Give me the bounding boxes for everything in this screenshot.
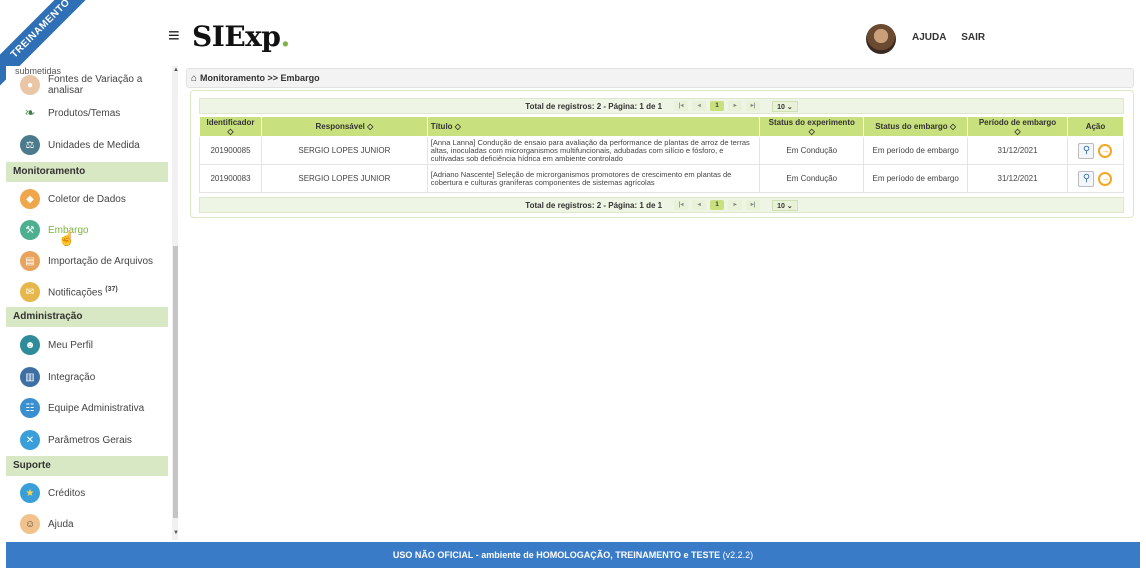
home-icon[interactable]: ⌂	[191, 73, 197, 84]
page-size-select[interactable]: 10 ⌄	[772, 100, 798, 112]
android-icon: ◆	[20, 189, 40, 209]
pager-summary: Total de registros: 2 - Página: 1 de 1	[525, 200, 663, 210]
building-icon: ▥	[20, 367, 40, 387]
notification-count-badge: (37)	[105, 285, 118, 293]
scroll-down-icon[interactable]: ▼	[172, 530, 178, 536]
prev-page-button[interactable]: ◂	[692, 200, 707, 210]
col-periodo-embargo[interactable]: Período de embargo ◇	[967, 116, 1068, 137]
last-page-button[interactable]: ▸|	[746, 101, 761, 111]
col-status-embargo[interactable]: Status do embargo ◇	[863, 116, 969, 137]
cell-status-experimento: Em Condução	[759, 164, 865, 193]
sidebar-item-ajuda[interactable]: ☺ Ajuda	[6, 511, 168, 537]
cell-periodo: 31/12/2021	[967, 164, 1068, 193]
cell-responsavel: SERGIO LOPES JUNIOR	[260, 136, 428, 165]
sidebar-item-integracao[interactable]: ▥ Integração	[6, 364, 168, 390]
ruler-icon: ⚖	[20, 135, 40, 155]
first-page-button[interactable]: |◂	[674, 200, 689, 210]
last-page-button[interactable]: ▸|	[746, 200, 761, 210]
col-acao: Ação	[1066, 116, 1125, 137]
table-row: 201900085 SERGIO LOPES JUNIOR [Anna Lann…	[199, 136, 1125, 165]
cell-acao: ⚲ →	[1066, 136, 1125, 165]
sidebar-item-meu-perfil[interactable]: ☻ Meu Perfil	[6, 332, 168, 358]
cell-periodo: 31/12/2021	[967, 136, 1068, 165]
pager-top: Total de registros: 2 - Página: 1 de 1 |…	[199, 98, 1124, 114]
header: TREINAMENTO ≡ SIExp. AJUDA SAIR	[0, 0, 1146, 90]
sidebar-item-coletor-dados[interactable]: ◆ Coletor de Dados	[6, 186, 168, 212]
file-icon: ▤	[20, 251, 40, 271]
first-page-button[interactable]: |◂	[674, 101, 689, 111]
pager-summary: Total de registros: 2 - Página: 1 de 1	[525, 101, 663, 111]
app-logo[interactable]: SIExp.	[192, 20, 290, 53]
cell-identificador: 201900083	[199, 164, 262, 193]
team-icon: ☷	[20, 398, 40, 418]
section-administracao: Administração	[6, 307, 168, 327]
sidebar-item-parametros-gerais[interactable]: ✕ Parâmetros Gerais	[6, 427, 168, 453]
col-status-experimento[interactable]: Status do experimento ◇	[759, 116, 865, 137]
sidebar-item-unidades-medida[interactable]: ⚖ Unidades de Medida	[6, 132, 168, 158]
menu-toggle-icon[interactable]: ≡	[168, 26, 180, 46]
cell-acao: ⚲ →	[1066, 164, 1125, 193]
sidebar-item-importacao-arquivos[interactable]: ▤ Importação de Arquivos	[6, 248, 168, 274]
sidebar-scrollbar[interactable]: ▲ ▼	[172, 66, 178, 540]
embargo-panel: Total de registros: 2 - Página: 1 de 1 |…	[190, 90, 1134, 218]
prev-page-button[interactable]: ◂	[692, 101, 707, 111]
col-titulo[interactable]: Título ◇	[426, 116, 761, 137]
current-page-button[interactable]: 1	[710, 101, 725, 111]
help-link[interactable]: AJUDA	[912, 32, 946, 43]
logout-link[interactable]: SAIR	[961, 32, 985, 43]
col-identificador[interactable]: Identificador ◇	[199, 116, 262, 137]
section-monitoramento: Monitoramento	[6, 162, 168, 182]
sidebar-item-produtos-temas[interactable]: ❧ Produtos/Temas	[6, 100, 168, 126]
sidebar-item-notificacoes[interactable]: ✉ Notificações (37)	[6, 279, 168, 305]
breadcrumb: ⌂ Monitoramento >> Embargo	[186, 68, 1134, 88]
current-page-button[interactable]: 1	[710, 200, 725, 210]
view-details-icon[interactable]: ⚲	[1078, 142, 1095, 159]
cell-status-experimento: Em Condução	[759, 136, 865, 165]
tools-icon: ✕	[20, 430, 40, 450]
leaf-icon: ❧	[20, 103, 40, 123]
next-page-button[interactable]: ▸	[728, 101, 743, 111]
avatar-icon: ●	[20, 75, 40, 95]
cell-titulo: [Adriano Nascente] Seleção de microrgani…	[426, 164, 761, 193]
help-icon: ☺	[20, 514, 40, 534]
page-size-select[interactable]: 10 ⌄	[772, 199, 798, 211]
section-suporte: Suporte	[6, 456, 168, 476]
go-arrow-icon[interactable]: →	[1098, 143, 1113, 158]
cell-identificador: 201900085	[199, 136, 262, 165]
embargo-table: Identificador ◇ Responsável ◇ Título ◇ St…	[199, 116, 1125, 193]
cell-status-embargo: Em período de embargo	[863, 136, 969, 165]
user-avatar[interactable]	[866, 24, 896, 54]
cell-status-embargo: Em período de embargo	[863, 164, 969, 193]
sidebar: submetidas ● Fontes de Variação a analis…	[6, 66, 178, 540]
scrollbar-thumb[interactable]	[173, 246, 178, 518]
pager-bottom: Total de registros: 2 - Página: 1 de 1 |…	[199, 197, 1124, 213]
table-row: 201900083 SERGIO LOPES JUNIOR [Adriano N…	[199, 164, 1125, 193]
col-responsavel[interactable]: Responsável ◇	[260, 116, 428, 137]
sidebar-item-creditos[interactable]: ★ Créditos	[6, 480, 168, 506]
hand-cursor-icon: ☝	[58, 230, 76, 246]
gavel-icon: ⚒	[20, 220, 40, 240]
sidebar-item-fontes-variacao[interactable]: ● Fontes de Variação a analisar	[6, 72, 168, 98]
star-icon: ★	[20, 483, 40, 503]
cell-responsavel: SERGIO LOPES JUNIOR	[260, 164, 428, 193]
scroll-up-icon[interactable]: ▲	[172, 67, 178, 73]
next-page-button[interactable]: ▸	[728, 200, 743, 210]
sidebar-item-equipe-administrativa[interactable]: ☷ Equipe Administrativa	[6, 395, 168, 421]
sidebar-item-embargo[interactable]: ⚒ Embargo	[6, 217, 168, 243]
go-arrow-icon[interactable]: →	[1098, 171, 1113, 186]
version-label: (v2.2.2)	[722, 550, 754, 560]
cell-titulo: [Anna Lanna] Condução de ensaio para ava…	[426, 136, 761, 165]
bell-icon: ✉	[20, 282, 40, 302]
user-icon: ☻	[20, 335, 40, 355]
top-links: AJUDA SAIR	[912, 32, 997, 43]
view-details-icon[interactable]: ⚲	[1078, 170, 1095, 187]
environment-footer: USO NÃO OFICIAL - ambiente de HOMOLOGAÇÃ…	[6, 542, 1140, 568]
